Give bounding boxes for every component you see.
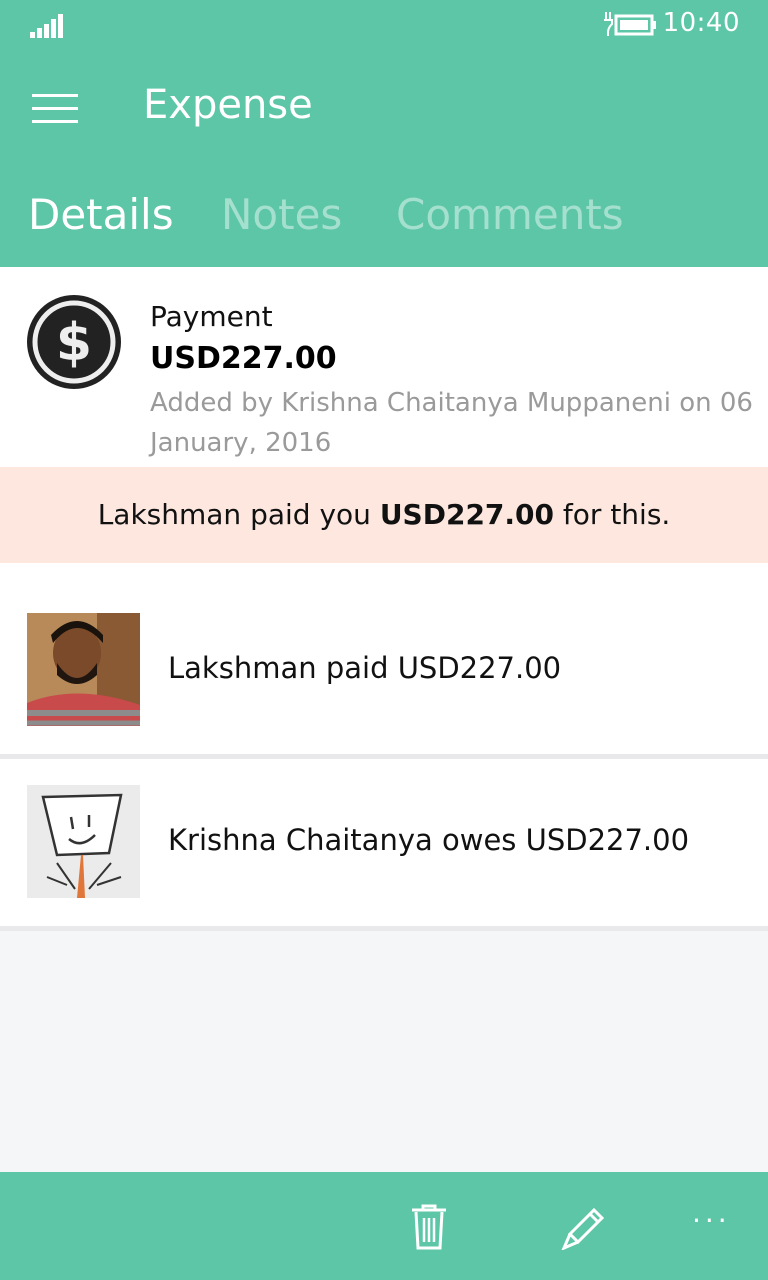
svg-text:$: $ xyxy=(56,313,92,373)
sketch-avatar xyxy=(27,785,140,898)
list-item[interactable]: Lakshman paid USD227.00 xyxy=(0,563,768,754)
entry-text: Lakshman paid USD227.00 xyxy=(168,651,562,685)
page-title: Expense xyxy=(143,82,313,128)
battery-charging-icon xyxy=(604,12,656,36)
tab-details[interactable]: Details xyxy=(28,190,174,239)
dollar-icon: $ xyxy=(27,295,121,389)
tab-comments[interactable]: Comments xyxy=(396,190,624,239)
app-header: Expense Details Notes Comments xyxy=(0,50,768,267)
app-bar: ... xyxy=(0,1172,768,1280)
signal-icon xyxy=(30,14,63,38)
banner-amount: USD227.00 xyxy=(379,498,555,531)
expense-amount: USD227.00 xyxy=(150,341,337,376)
trash-icon[interactable] xyxy=(410,1204,448,1250)
hamburger-icon[interactable] xyxy=(32,94,78,124)
status-bar: 10:40 xyxy=(0,0,768,50)
edit-icon[interactable] xyxy=(560,1202,608,1250)
list-item[interactable]: Krishna Chaitanya owes USD227.00 xyxy=(0,759,768,926)
divider xyxy=(0,926,768,931)
user-photo-avatar xyxy=(27,613,140,726)
payment-banner: Lakshman paid you USD227.00 for this. xyxy=(0,467,768,563)
banner-suffix: for this. xyxy=(554,498,671,531)
entry-text: Krishna Chaitanya owes USD227.00 xyxy=(168,823,690,857)
banner-prefix: Lakshman paid you xyxy=(97,498,380,531)
tab-notes[interactable]: Notes xyxy=(221,190,342,239)
expense-summary: $ Payment USD227.00 Added by Krishna Cha… xyxy=(0,267,768,467)
more-icon[interactable]: ... xyxy=(692,1196,731,1229)
expense-type: Payment xyxy=(150,300,273,333)
added-by-text: Added by Krishna Chaitanya Muppaneni on … xyxy=(150,388,753,458)
clock: 10:40 xyxy=(662,8,740,38)
